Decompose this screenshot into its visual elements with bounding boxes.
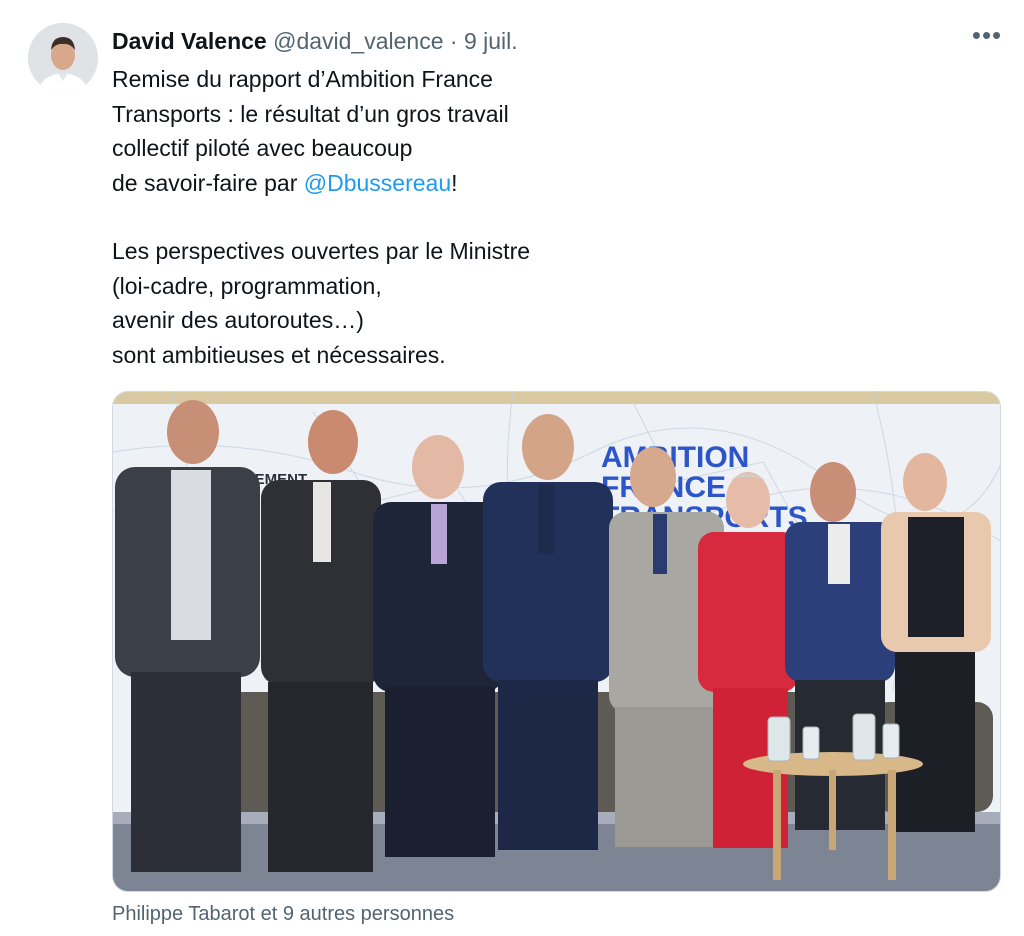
paragraph-break	[112, 200, 672, 234]
tweet-text-line: (loi-cadre, programmation,	[112, 272, 382, 299]
tweet-text-line: avenir des autoroutes…)	[112, 307, 364, 333]
author-name[interactable]: David Valence	[112, 28, 267, 54]
tweet-photo[interactable]: AMBITION FRANCE TRANSPORTS ERNEMENT	[112, 391, 1001, 892]
tweet-text-line: collectif piloté avec beaucoup	[112, 135, 413, 161]
author-handle[interactable]: @david_valence	[273, 28, 443, 54]
tweet-date[interactable]: 9 juil.	[464, 28, 518, 54]
tweet-text-suffix: !	[451, 169, 458, 196]
tweet-text-line: sont ambitieuses et nécessaires.	[112, 341, 446, 368]
tweet-text-line: Les perspectives ouvertes par le Ministr…	[112, 238, 531, 264]
tweet-text-line: Remise du rapport d’Ambition France	[112, 66, 493, 92]
tweet-text-line: Transports : le résultat d’un gros trava…	[112, 100, 509, 127]
header-separator: ·	[449, 28, 458, 54]
photo-illustration: AMBITION FRANCE TRANSPORTS ERNEMENT	[113, 392, 1000, 891]
tweet-text-line: de savoir-faire par @Dbussereau!	[112, 166, 672, 201]
avatar-image	[28, 23, 98, 93]
tweet-text: Remise du rapport d’Ambition France Tran…	[112, 62, 672, 372]
photo-tags-caption[interactable]: Philippe Tabarot et 9 autres personnes	[112, 900, 454, 928]
tweet-header: David Valence @david_valence · 9 juil.	[112, 26, 518, 56]
mention-link[interactable]: @Dbussereau	[304, 170, 451, 196]
tweet-text-prefix: de savoir-faire par	[112, 169, 304, 196]
more-options-icon[interactable]: •••	[970, 22, 1004, 56]
author-avatar[interactable]	[28, 23, 98, 93]
